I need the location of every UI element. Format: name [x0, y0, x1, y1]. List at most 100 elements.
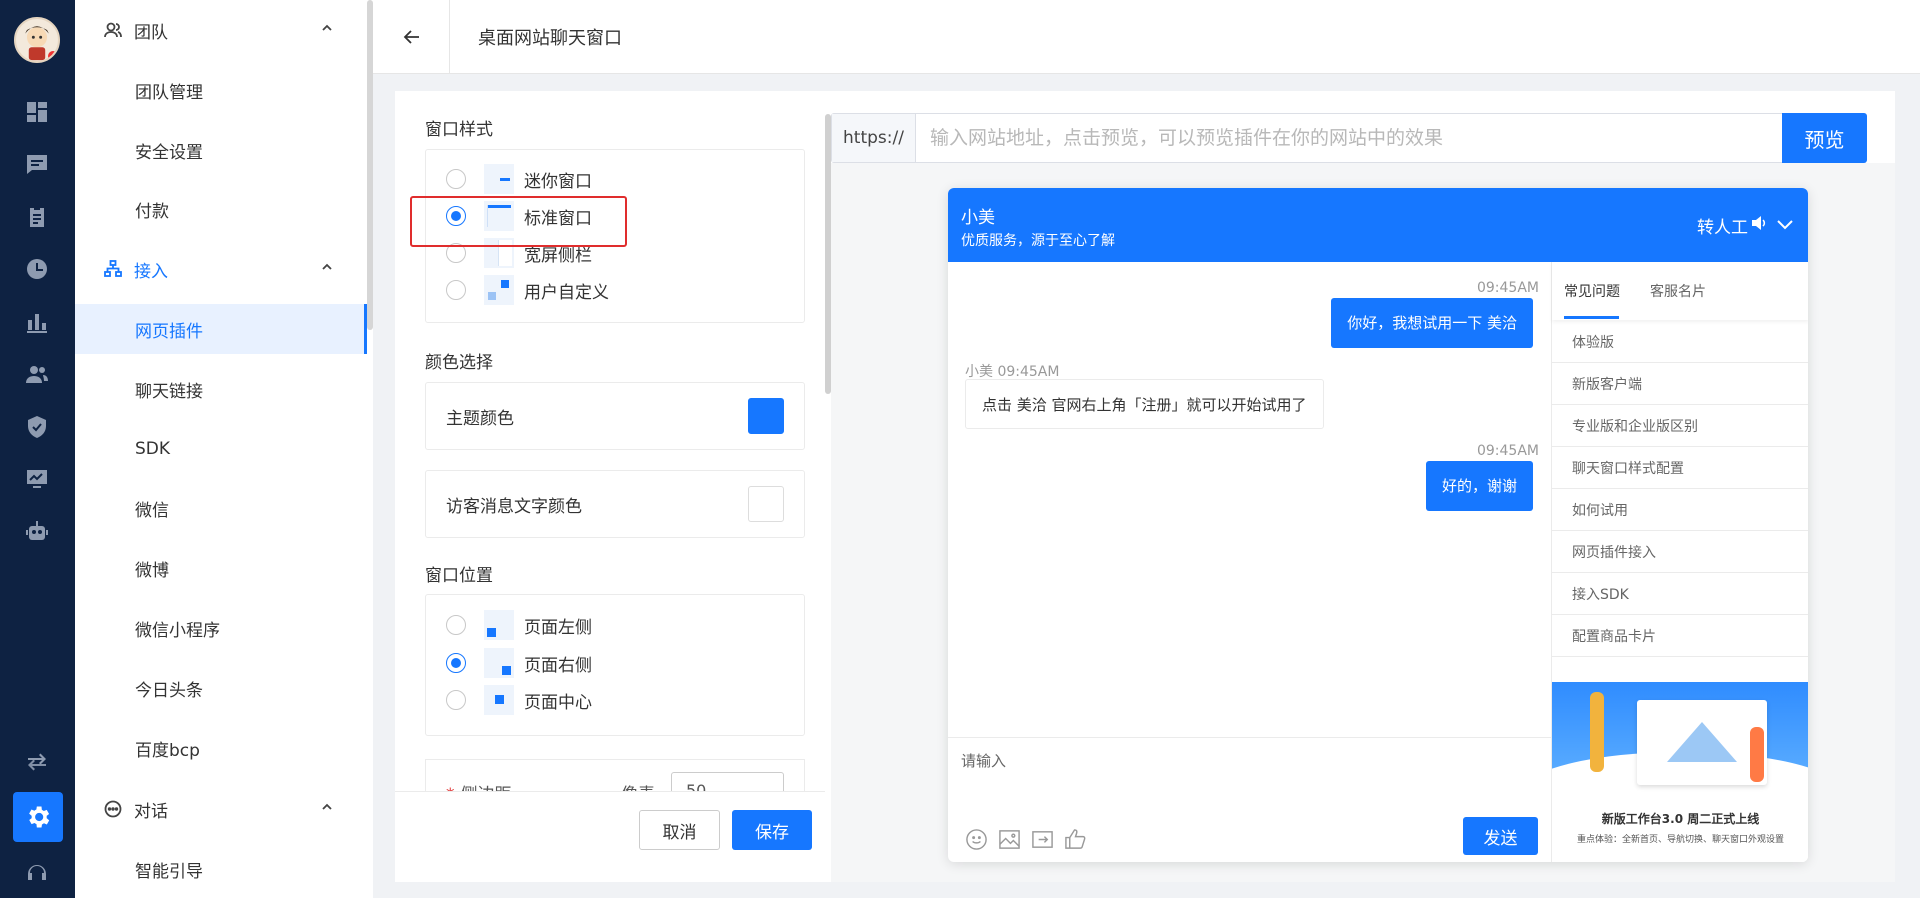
- emoji-icon[interactable]: [965, 828, 988, 851]
- save-button[interactable]: 保存: [732, 810, 812, 850]
- radio-button[interactable]: [446, 615, 466, 635]
- chevron-up-icon: [322, 803, 332, 810]
- menu-item-weibo[interactable]: 微博: [75, 543, 367, 593]
- menu-item-toutiao[interactable]: 今日头条: [75, 663, 367, 713]
- image-icon[interactable]: [998, 828, 1021, 851]
- chat-input-area[interactable]: 请输入 发送: [948, 737, 1551, 862]
- side-tabs: 常见问题 客服名片: [1552, 262, 1808, 320]
- menu-item-sdk[interactable]: SDK: [75, 424, 367, 474]
- option-label: 用户自定义: [524, 282, 609, 303]
- menu-item-label: 网页插件: [135, 321, 203, 342]
- visitor-color-swatch[interactable]: [748, 486, 784, 522]
- position-center-icon: [484, 685, 514, 715]
- faq-item[interactable]: 配置商品卡片: [1552, 615, 1808, 657]
- chevron-down-icon[interactable]: [1776, 215, 1794, 233]
- settings-panel: 窗口样式 迷你窗口 标准窗口 宽屏侧栏 用户自定义 颜色选择 主题颜色 访客消息…: [395, 91, 831, 882]
- window-style-title: 窗口样式: [425, 120, 493, 140]
- menu-group-dialog[interactable]: 对话: [75, 784, 367, 834]
- radio-button[interactable]: [446, 280, 466, 300]
- menu-item-label: 微博: [135, 560, 169, 581]
- clipboard-icon[interactable]: [23, 203, 51, 231]
- clock-icon[interactable]: [23, 255, 51, 283]
- position-title: 窗口位置: [425, 566, 493, 586]
- faq-item[interactable]: 体验版: [1552, 321, 1808, 363]
- radio-button-checked[interactable]: [446, 653, 466, 673]
- menu-item-label: 智能引导: [135, 861, 203, 882]
- custom-window-icon: [484, 275, 514, 305]
- color-title: 颜色选择: [425, 353, 493, 373]
- menu-item-label: 团队管理: [135, 82, 203, 103]
- transfer-human-button[interactable]: 转人工: [1697, 213, 1748, 238]
- menu-item-label: 付款: [135, 201, 169, 222]
- visitor-message: 你好，我想试用一下 美洽: [1331, 298, 1533, 348]
- menu-group-label: 团队: [134, 22, 168, 43]
- speaker-icon[interactable]: [1750, 214, 1768, 232]
- promo-banner[interactable]: 新版工作台3.0 周二正式上线 重点体验：全新首页、导航切换、聊天窗口外观设置: [1552, 682, 1808, 862]
- message-time: 小美 09:45AM: [965, 364, 1060, 380]
- menu-item-team-manage[interactable]: 团队管理: [75, 65, 367, 115]
- radio-button[interactable]: [446, 690, 466, 710]
- mini-window-icon: [484, 164, 514, 194]
- chat-input-placeholder: 请输入: [961, 752, 1007, 770]
- headset-icon[interactable]: [23, 860, 51, 888]
- thumb-up-icon[interactable]: [1064, 828, 1087, 851]
- position-option[interactable]: 页面中心: [446, 684, 592, 716]
- window-style-option[interactable]: 迷你窗口: [446, 163, 592, 195]
- window-style-option[interactable]: 用户自定义: [446, 274, 609, 306]
- position-option[interactable]: 页面左侧: [446, 609, 592, 641]
- agent-message: 点击 美洽 官网右上角「注册」就可以开始试用了: [965, 379, 1324, 429]
- chat-window-preview: 小美 优质服务，源于至心了解 转人工 09:45AM 你好，我想试用一下 美洽 …: [948, 188, 1808, 862]
- back-arrow-icon[interactable]: [399, 24, 425, 50]
- radio-button[interactable]: [446, 169, 466, 189]
- preview-button[interactable]: 预览: [1782, 113, 1867, 163]
- cancel-button[interactable]: 取消: [639, 810, 720, 850]
- website-url-input[interactable]: [916, 114, 1782, 162]
- tab-faq[interactable]: 常见问题: [1564, 281, 1620, 301]
- team-icon: [104, 22, 122, 38]
- chat-icon[interactable]: [23, 150, 51, 178]
- theme-color-swatch[interactable]: [748, 398, 784, 434]
- faq-item[interactable]: 网页插件接入: [1552, 531, 1808, 573]
- chevron-up-icon: [322, 24, 332, 31]
- faq-item[interactable]: 新版客户端: [1552, 363, 1808, 405]
- faq-item[interactable]: 聊天窗口样式配置: [1552, 447, 1808, 489]
- position-option-selected[interactable]: 页面右侧: [446, 647, 592, 679]
- option-label: 页面左侧: [524, 617, 592, 638]
- menu-group-access[interactable]: 接入: [75, 244, 367, 294]
- faq-item[interactable]: 如何试用: [1552, 489, 1808, 531]
- menu-item-baidu[interactable]: 百度bcp: [75, 723, 367, 773]
- file-icon[interactable]: [1031, 828, 1054, 851]
- menu-item-label: 聊天链接: [135, 381, 203, 402]
- menu-item-web-plugin[interactable]: 网页插件: [75, 304, 367, 354]
- visitor-color-label: 访客消息文字颜色: [446, 496, 582, 517]
- theme-color-row: 主题颜色: [425, 382, 805, 450]
- message-list: 09:45AM 你好，我想试用一下 美洽 小美 09:45AM 点击 美洽 官网…: [948, 262, 1551, 737]
- shield-icon[interactable]: [23, 413, 51, 441]
- menu-item-chat-link[interactable]: 聊天链接: [75, 364, 367, 414]
- agent-name: 小美: [961, 208, 995, 228]
- send-button[interactable]: 发送: [1463, 817, 1538, 855]
- gear-icon[interactable]: [13, 792, 63, 842]
- menu-item-smart-guide[interactable]: 智能引导: [75, 844, 367, 894]
- transfer-icon[interactable]: [23, 748, 51, 776]
- menu-item-payment[interactable]: 付款: [75, 184, 367, 234]
- tab-agent-card[interactable]: 客服名片: [1650, 281, 1706, 301]
- menu-group-team[interactable]: 团队: [75, 5, 367, 55]
- menu-item-security[interactable]: 安全设置: [75, 125, 367, 175]
- agent-slogan: 优质服务，源于至心了解: [961, 233, 1115, 249]
- theme-color-label: 主题颜色: [446, 408, 514, 429]
- menu-item-mini-program[interactable]: 微信小程序: [75, 603, 367, 653]
- faq-item[interactable]: 接入SDK: [1552, 573, 1808, 615]
- avatar[interactable]: [14, 17, 60, 63]
- bar-chart-icon[interactable]: [23, 308, 51, 336]
- message-time: 09:45AM: [1476, 443, 1539, 459]
- robot-icon[interactable]: [23, 517, 51, 545]
- faq-item[interactable]: 专业版和企业版区别: [1552, 405, 1808, 447]
- dashboard-icon[interactable]: [23, 98, 51, 126]
- icon-rail: [0, 0, 75, 898]
- users-icon[interactable]: [23, 360, 51, 388]
- monitor-chart-icon[interactable]: [23, 465, 51, 493]
- menu-item-label: 百度bcp: [135, 740, 200, 761]
- menu-item-wechat[interactable]: 微信: [75, 483, 367, 533]
- menu-item-label: 微信: [135, 500, 169, 521]
